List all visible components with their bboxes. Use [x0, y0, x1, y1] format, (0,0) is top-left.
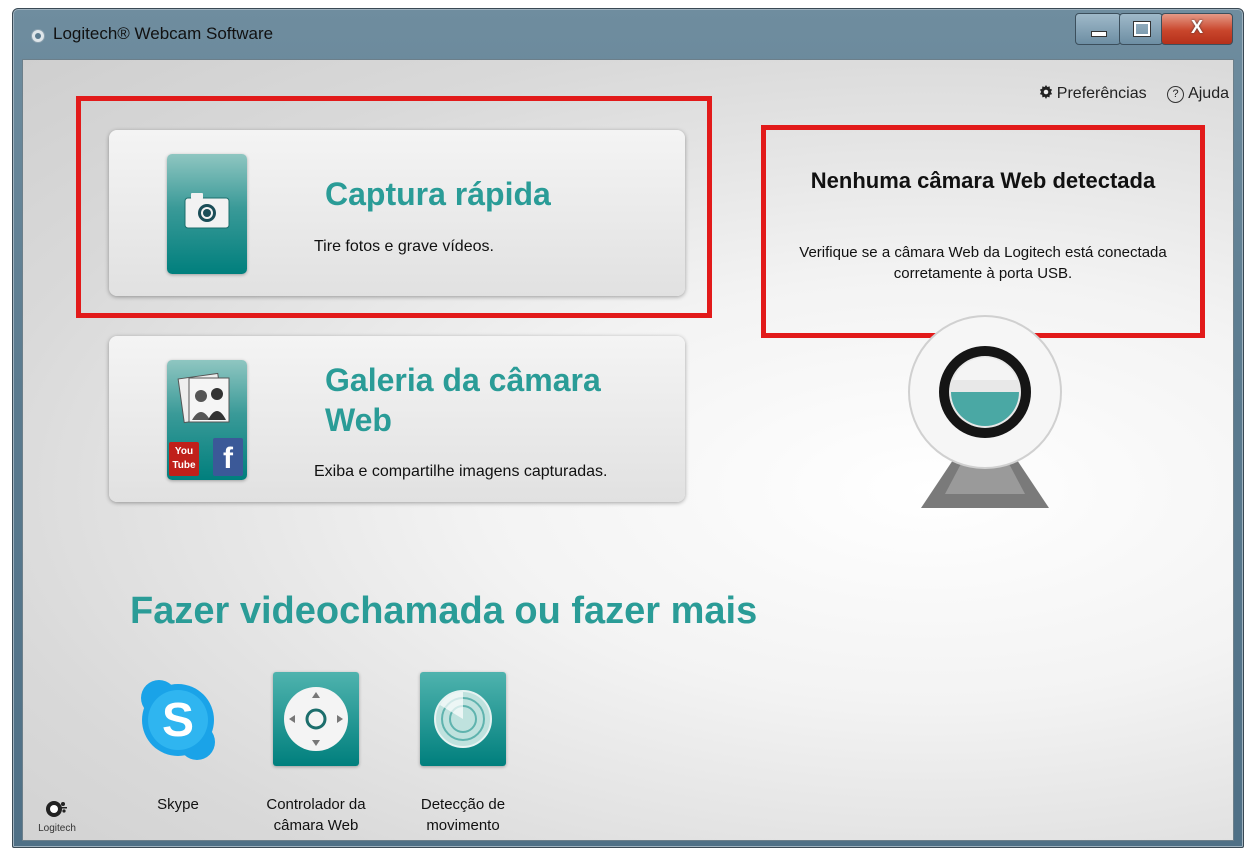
main-content: Preferências ? Ajuda Captura rápida Tire … [22, 59, 1234, 841]
webcam-gallery-card[interactable]: You Tube f Galeria da câmara Web Exiba e… [109, 336, 685, 502]
window-title: Logitech® Webcam Software [53, 24, 274, 43]
svg-text:S: S [162, 694, 194, 747]
app-label: Detecção de movimento [420, 796, 506, 834]
logitech-logo-icon [46, 801, 67, 817]
minimize-button[interactable] [1075, 13, 1121, 45]
help-icon: ? [1167, 86, 1185, 103]
logitech-logo-text: Logitech [38, 823, 76, 834]
close-icon: X [1190, 17, 1203, 37]
facebook-icon: f [213, 438, 243, 476]
highlight-box-quick-capture [76, 96, 712, 318]
gallery-icon: You Tube f [167, 360, 247, 480]
maximize-button[interactable] [1119, 13, 1163, 45]
gear-icon [1039, 85, 1052, 99]
help-link[interactable]: ? Ajuda [1151, 85, 1229, 104]
app-label: Controlador da câmara Web [266, 796, 366, 834]
webcam-gallery-title: Galeria da câmara Web [325, 362, 601, 438]
youtube-badge-text: You Tube [172, 446, 196, 471]
camera-controller-icon [273, 672, 359, 766]
app-label: Skype [157, 796, 199, 813]
help-label: Ajuda [1188, 85, 1229, 102]
app-motion-detection[interactable]: Detecção de movimento [398, 672, 528, 836]
app-camera-controller[interactable]: Controlador da câmara Web [251, 672, 381, 836]
title-bar[interactable]: Logitech® Webcam Software X [13, 9, 1243, 59]
youtube-icon: You Tube [169, 442, 199, 476]
logitech-logo: Logitech [37, 798, 77, 834]
skype-icon: S [135, 672, 221, 766]
app-icon [31, 29, 45, 43]
app-window: Logitech® Webcam Software X Preferências… [12, 8, 1244, 848]
close-button[interactable]: X [1161, 13, 1233, 45]
preferences-label: Preferências [1056, 85, 1147, 102]
section-title: Fazer videochamada ou fazer mais [130, 590, 758, 632]
highlight-box-status [761, 125, 1205, 338]
preferences-link[interactable]: Preferências [1039, 84, 1147, 103]
no-webcam-title: Nenhuma câmara Web detectada [810, 168, 1156, 193]
webcam-gallery-description: Exiba e compartilhe imagens capturadas. [314, 463, 608, 480]
webcam-illustration [908, 315, 1062, 508]
app-skype[interactable]: S Skype [113, 672, 243, 815]
top-links: Preferências ? Ajuda [1039, 84, 1229, 104]
facebook-badge-text: f [223, 442, 233, 475]
motion-detection-icon [420, 672, 506, 766]
no-webcam-message: Verifique se a câmara Web da Logitech es… [799, 244, 1167, 282]
